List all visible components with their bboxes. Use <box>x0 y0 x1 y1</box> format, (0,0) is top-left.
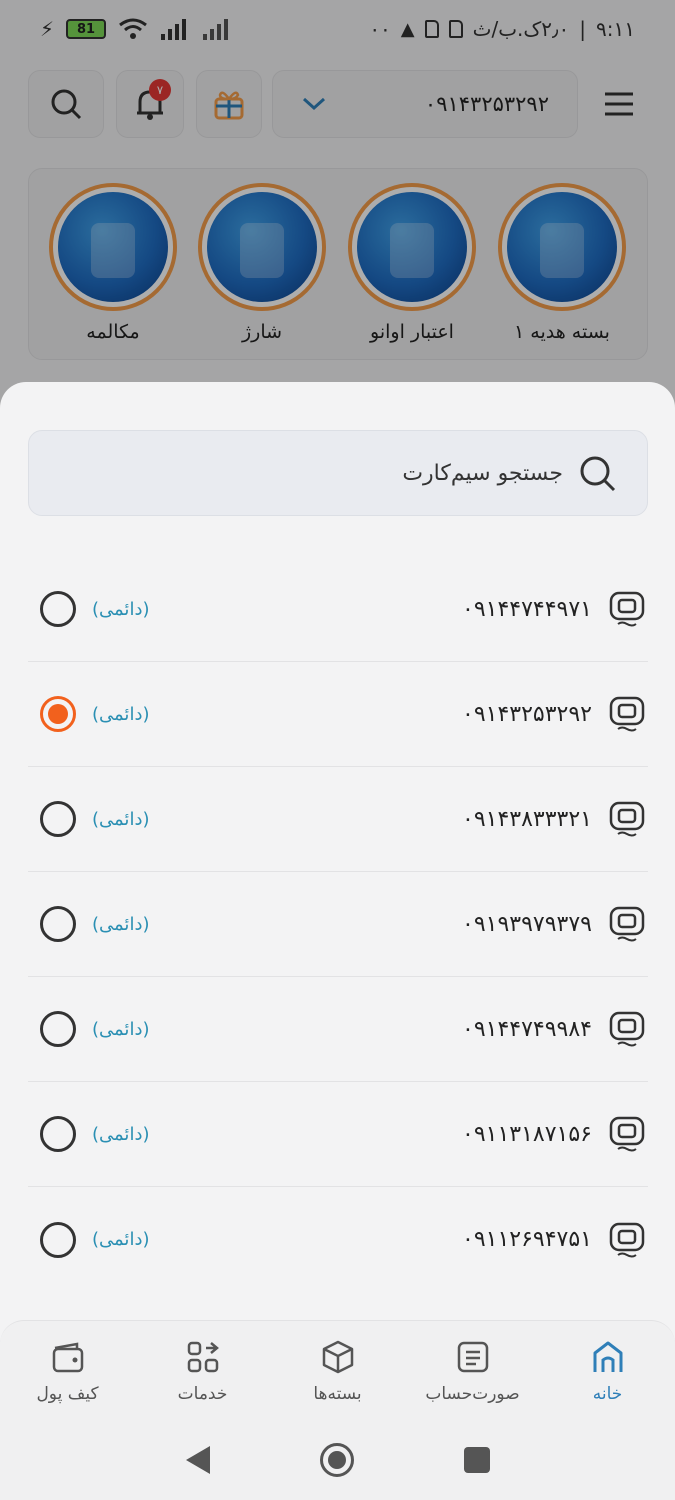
sim-number: ۰۹۱۹۳۹۷۹۳۷۹ <box>462 911 592 937</box>
sim-row[interactable]: (دائمی) ۰۹۱۴۳۸۳۳۳۲۱ <box>28 767 648 872</box>
sim-row[interactable]: (دائمی) ۰۹۱۴۳۲۵۳۲۹۲ <box>28 662 648 767</box>
sim-row[interactable]: (دائمی) ۰۹۱۱۲۶۹۴۷۵۱ <box>28 1187 648 1292</box>
nav-label: خدمات <box>177 1383 228 1404</box>
nav-home[interactable]: خانه <box>540 1321 675 1420</box>
nav-label: خانه <box>592 1383 623 1404</box>
home-icon <box>593 1341 622 1372</box>
sim-card-icon <box>609 696 645 732</box>
nav-packages[interactable]: بسته‌ها <box>270 1321 405 1420</box>
nav-label: کیف پول <box>36 1383 99 1404</box>
sim-number: ۰۹۱۱۳۱۸۷۱۵۶ <box>462 1121 592 1147</box>
sim-card-icon <box>609 906 645 942</box>
sim-type-label: (دائمی) <box>92 703 150 725</box>
sim-radio-button[interactable] <box>40 1011 76 1047</box>
sim-radio-button[interactable] <box>40 906 76 942</box>
nav-bill[interactable]: صورت‌حساب <box>405 1321 540 1420</box>
sim-number: ۰۹۱۴۴۷۴۴۹۷۱ <box>462 596 592 622</box>
sim-radio-button[interactable] <box>40 591 76 627</box>
nav-services[interactable]: خدمات <box>135 1321 270 1420</box>
sim-list: (دائمی) ۰۹۱۴۴۷۴۴۹۷۱ (دائمی) ۰۹۱۴۳۲۵۳۲۹۲ (دائ… <box>28 557 648 1292</box>
sim-type-label: (دائمی) <box>92 808 150 830</box>
sim-card-icon <box>609 1011 645 1047</box>
recent-apps-icon[interactable] <box>463 1447 490 1473</box>
services-grid-icon <box>187 1341 219 1372</box>
sim-radio-button[interactable] <box>40 801 76 837</box>
back-icon[interactable] <box>185 1446 210 1474</box>
sim-search-input[interactable] <box>143 460 563 486</box>
wallet-icon <box>52 1342 83 1372</box>
bottom-navigation: خانه صورت‌حساب بسته‌ها خدمات کیف پول <box>0 1320 675 1420</box>
search-icon <box>580 456 616 492</box>
sim-radio-button[interactable] <box>40 1116 76 1152</box>
package-box-icon <box>322 1340 353 1373</box>
bill-icon <box>457 1341 488 1372</box>
sim-row[interactable]: (دائمی) ۰۹۱۱۳۱۸۷۱۵۶ <box>28 1082 648 1187</box>
sim-type-label: (دائمی) <box>92 913 150 935</box>
sim-row[interactable]: (دائمی) ۰۹۱۴۴۷۴۹۹۸۴ <box>28 977 648 1082</box>
sim-search-field[interactable] <box>28 430 648 516</box>
home-circle-icon[interactable] <box>319 1443 354 1477</box>
sim-type-label: (دائمی) <box>92 1018 150 1040</box>
sim-row[interactable]: (دائمی) ۰۹۱۹۳۹۷۹۳۷۹ <box>28 872 648 977</box>
sim-number: ۰۹۱۴۴۷۴۹۹۸۴ <box>462 1016 592 1042</box>
sim-type-label: (دائمی) <box>92 598 150 620</box>
sim-card-icon <box>609 1116 645 1152</box>
sim-row[interactable]: (دائمی) ۰۹۱۴۴۷۴۴۹۷۱ <box>28 557 648 662</box>
nav-label: صورت‌حساب <box>425 1383 520 1404</box>
sim-type-label: (دائمی) <box>92 1229 150 1250</box>
sim-number: ۰۹۱۴۳۸۳۳۳۲۱ <box>462 806 592 832</box>
sim-type-label: (دائمی) <box>92 1123 150 1145</box>
sim-radio-button[interactable] <box>40 1221 76 1258</box>
sim-card-icon <box>609 801 645 837</box>
sim-number: ۰۹۱۱۲۶۹۴۷۵۱ <box>462 1227 592 1252</box>
sim-radio-button[interactable] <box>40 696 76 732</box>
sim-card-icon <box>609 591 645 627</box>
system-navigation-bar <box>0 1420 675 1500</box>
nav-label: بسته‌ها <box>313 1383 362 1404</box>
sim-number: ۰۹۱۴۳۲۵۳۲۹۲ <box>462 701 592 727</box>
sim-card-icon <box>609 1222 645 1257</box>
nav-wallet[interactable]: کیف پول <box>0 1321 135 1420</box>
